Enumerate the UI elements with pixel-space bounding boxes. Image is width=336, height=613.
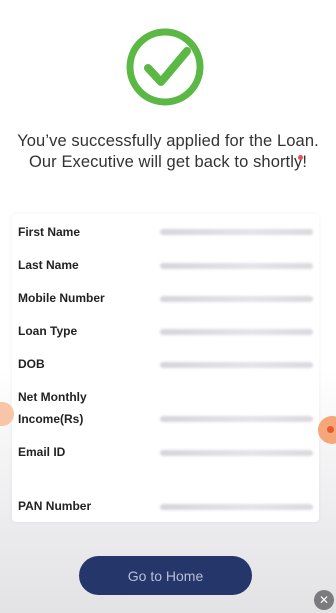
notification-dot <box>298 155 303 160</box>
dob-label: DOB <box>18 357 45 371</box>
email-id-label: Email ID <box>18 445 66 459</box>
handle-center-dot <box>327 426 334 433</box>
net-monthly-income-label: Net Monthly Income(Rs) <box>18 390 87 426</box>
net-monthly-income-value <box>160 416 313 422</box>
dob-value <box>160 362 313 368</box>
go-to-home-button[interactable]: Go to Home <box>79 556 252 595</box>
application-details-card: First Name Last Name Mobile Number Loan … <box>12 214 319 522</box>
pan-number-value <box>160 504 313 510</box>
pan-number-label: PAN Number <box>18 499 92 513</box>
last-name-label: Last Name <box>18 258 79 272</box>
mobile-number-value <box>160 296 313 302</box>
close-icon[interactable]: ✕ <box>314 590 334 610</box>
email-id-value <box>160 450 313 456</box>
last-name-value <box>160 263 313 269</box>
first-name-label: First Name <box>18 225 81 239</box>
loan-type-label: Loan Type <box>18 324 78 338</box>
check-circle-icon <box>126 28 204 106</box>
loan-type-value <box>160 329 313 335</box>
mobile-number-label: Mobile Number <box>18 291 105 305</box>
success-message: You’ve successfully applied for the Loan… <box>17 132 319 171</box>
first-name-value <box>160 229 313 235</box>
